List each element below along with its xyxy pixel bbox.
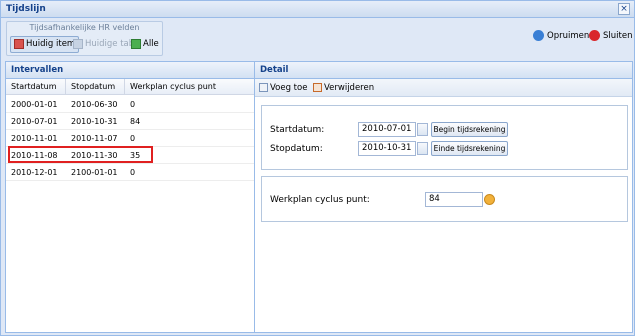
cell-cycle: 84 — [130, 117, 141, 126]
start-date-calendar-icon[interactable] — [417, 123, 428, 136]
delete-label: Verwijderen — [324, 83, 375, 93]
cell-cycle: 0 — [130, 134, 136, 143]
window-close-icon[interactable]: × — [618, 3, 630, 15]
column-header-cycle[interactable]: Werkplan cyclus punt — [125, 79, 254, 95]
cleanup-button[interactable]: Opruimen — [533, 30, 589, 42]
delete-icon — [313, 83, 322, 92]
cell-cycle: 0 — [130, 100, 136, 109]
cell-stop: 2100-01-01 — [71, 168, 118, 177]
close-circle-icon — [589, 30, 600, 41]
begin-timekeeping-button[interactable]: Begin tijdsrekening — [431, 122, 508, 137]
intervals-panel: Intervallen Startdatum Stopdatum Werkpla… — [5, 61, 255, 333]
start-date-label: Startdatum: — [270, 125, 325, 135]
all-label: Alle — [143, 39, 159, 49]
table-row[interactable]: 2010-11-01 2010-11-07 0 — [6, 130, 254, 147]
cycle-point-picker-icon[interactable] — [484, 194, 495, 205]
cell-stop: 2010-10-31 — [71, 117, 118, 126]
cell-start: 2000-01-01 — [11, 100, 58, 109]
column-header-stop[interactable]: Stopdatum — [66, 79, 125, 95]
add-button[interactable]: Voeg toe — [259, 81, 307, 95]
timeline-window: Tijdslijn × Tijdsafhankelijke HR velden … — [0, 0, 635, 336]
row-highlight-outline — [8, 146, 153, 163]
delete-button[interactable]: Verwijderen — [313, 81, 374, 95]
intervals-grid-header: Startdatum Stopdatum Werkplan cyclus pun… — [6, 79, 254, 95]
table-row[interactable]: 2010-12-01 2100-01-01 0 — [6, 164, 254, 181]
cell-stop: 2010-06-30 — [71, 100, 118, 109]
column-header-start[interactable]: Startdatum — [6, 79, 66, 95]
cell-cycle: 0 — [130, 168, 136, 177]
cycle-point-field[interactable]: 84 — [425, 192, 483, 207]
stop-date-field[interactable]: 2010-10-31 — [358, 141, 416, 156]
hr-fields-button-group: Tijdsafhankelijke HR velden Huidig item … — [6, 21, 163, 56]
detail-toolbar: Voeg toe Verwijderen — [255, 79, 632, 97]
all-button[interactable]: Alle — [127, 36, 163, 53]
close-button[interactable]: Sluiten — [589, 30, 632, 42]
table-tab-icon — [73, 38, 83, 49]
cell-start: 2010-11-01 — [11, 134, 58, 143]
add-icon — [259, 83, 268, 92]
detail-panel: Detail Voeg toe Verwijderen Startdatum: … — [254, 61, 633, 333]
start-date-field[interactable]: 2010-07-01 — [358, 122, 416, 137]
add-label: Voeg toe — [270, 83, 308, 93]
intervals-title: Intervallen — [6, 62, 254, 79]
window-title: Tijdslijn — [6, 4, 46, 14]
end-timekeeping-button[interactable]: Einde tijdsrekening — [431, 141, 508, 156]
cell-stop: 2010-11-07 — [71, 134, 118, 143]
table-row[interactable]: 2000-01-01 2010-06-30 0 — [6, 96, 254, 113]
refresh-icon — [533, 30, 544, 41]
table-red-icon — [14, 38, 24, 49]
close-label: Sluiten — [603, 31, 633, 41]
cycle-fieldset: Werkplan cyclus punt: 84 — [261, 176, 628, 222]
table-row[interactable]: 2010-07-01 2010-10-31 84 — [6, 113, 254, 130]
stop-date-label: Stopdatum: — [270, 144, 323, 154]
cycle-point-label: Werkplan cyclus punt: — [270, 195, 370, 205]
current-item-label: Huidig item — [26, 39, 76, 49]
cleanup-label: Opruimen — [547, 31, 590, 41]
detail-title: Detail — [255, 62, 632, 79]
stop-date-calendar-icon[interactable] — [417, 142, 428, 155]
window-titlebar: Tijdslijn × — [1, 1, 634, 18]
cell-start: 2010-12-01 — [11, 168, 58, 177]
date-fieldset: Startdatum: 2010-07-01 Begin tijdsrekeni… — [261, 105, 628, 170]
table-green-icon — [131, 38, 141, 49]
button-group-title: Tijdsafhankelijke HR velden — [29, 23, 140, 32]
cell-start: 2010-07-01 — [11, 117, 58, 126]
